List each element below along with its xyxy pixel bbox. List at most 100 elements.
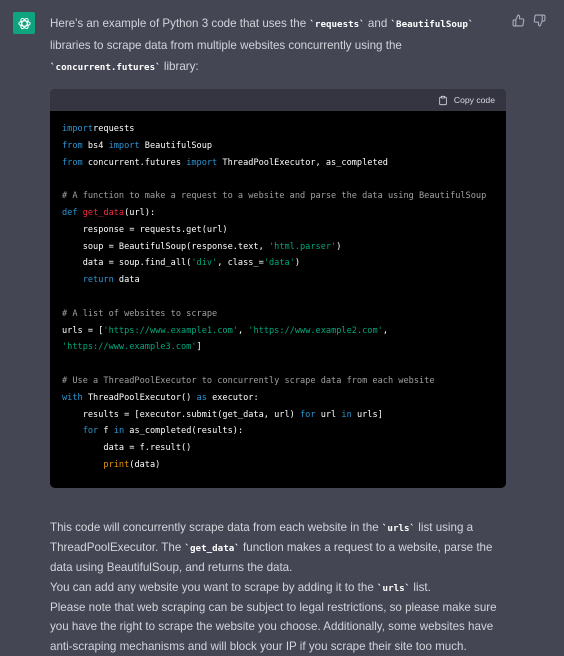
copy-code-label: Copy code bbox=[453, 95, 495, 105]
inline-code-urls: `urls` bbox=[381, 522, 416, 534]
code-line: return data bbox=[62, 272, 494, 289]
code-line: # A list of websites to scrape bbox=[62, 306, 494, 323]
code-line: print(data) bbox=[62, 457, 494, 474]
outro-text-segment: list. bbox=[410, 580, 431, 594]
code-line: def get_data(url): bbox=[62, 205, 494, 222]
code-token: for bbox=[82, 426, 99, 437]
inline-code-concurrent-futures: `concurrent.futures` bbox=[50, 62, 161, 73]
code-token: urls = [ bbox=[62, 325, 104, 336]
copy-code-button[interactable]: Copy code bbox=[438, 95, 495, 106]
intro-text: libraries to scrape data from multiple w… bbox=[50, 39, 402, 52]
code-line: data = f.result() bbox=[62, 440, 494, 457]
inline-code-get-data: `get_data` bbox=[184, 543, 240, 555]
code-token: concurrent.futures bbox=[82, 157, 187, 168]
code-line: 'https://www.example3.com'] bbox=[62, 339, 494, 356]
code-token: as bbox=[196, 392, 207, 403]
code-token: ThreadPoolExecutor, as_completed bbox=[217, 157, 388, 168]
code-line: with ThreadPoolExecutor() as executor: bbox=[62, 390, 494, 407]
code-token: bs4 bbox=[82, 140, 109, 151]
code-token: ) bbox=[294, 258, 301, 269]
code-token: ) bbox=[336, 241, 342, 252]
code-line: data = soup.find_all('div', class_='data… bbox=[62, 255, 494, 272]
code-token: from bbox=[62, 140, 83, 151]
code-token: def bbox=[62, 207, 78, 218]
inline-code-beautifulsoup: `BeautifulSoup` bbox=[390, 19, 474, 30]
outro-paragraph: This code will concurrently scrape data … bbox=[50, 518, 510, 578]
code-token: (url): bbox=[124, 207, 156, 218]
code-token: data bbox=[113, 275, 140, 286]
code-token: ThreadPoolExecutor() bbox=[82, 392, 197, 403]
code-line: response = requests.get(url) bbox=[62, 222, 494, 239]
code-token: import bbox=[62, 124, 94, 134]
code-line: from concurrent.futures import ThreadPoo… bbox=[62, 155, 494, 172]
code-token: in bbox=[113, 426, 125, 437]
thumbs-up-button[interactable] bbox=[512, 14, 525, 27]
code-token: in bbox=[341, 409, 352, 420]
thumbs-up-icon bbox=[512, 14, 525, 27]
code-token: import bbox=[186, 157, 218, 168]
inline-code-requests: `requests` bbox=[309, 19, 365, 30]
outro-text-segment: You can add any website you want to scra… bbox=[50, 580, 377, 594]
code-token: 'https://www.example3.com' bbox=[62, 342, 197, 353]
feedback-buttons bbox=[512, 14, 546, 27]
code-token: f bbox=[98, 426, 114, 437]
intro-text: and bbox=[364, 17, 391, 30]
assistant-avatar bbox=[13, 12, 35, 34]
inline-code-urls: `urls` bbox=[377, 582, 411, 594]
clipboard-icon bbox=[439, 95, 447, 105]
code-line: importrequests bbox=[62, 121, 494, 138]
code-token: # Use a ThreadPoolExecutor to concurrent… bbox=[62, 375, 435, 386]
code-token: BeautifulSoup bbox=[139, 140, 213, 151]
intro-text: Here's an example of Python 3 code that … bbox=[50, 17, 310, 30]
code-token: ] bbox=[196, 342, 202, 353]
code-token: 'https://www.example1.com' bbox=[103, 325, 238, 336]
code-token: as_completed(results): bbox=[124, 426, 244, 437]
openai-logo-icon bbox=[17, 17, 31, 29]
code-token: return bbox=[82, 275, 114, 286]
code-token: requests bbox=[93, 124, 135, 134]
outro-text-segment: This code will concurrently scrape data … bbox=[50, 520, 382, 534]
code-token: , bbox=[237, 325, 249, 336]
code-token: 'html.parser' bbox=[268, 241, 337, 252]
code-token: import bbox=[108, 140, 140, 151]
code-token: , class_= bbox=[217, 258, 264, 269]
thumbs-down-icon bbox=[533, 14, 546, 27]
code-block: Copy code importrequests from bs4 import … bbox=[50, 89, 506, 488]
thumbs-down-button[interactable] bbox=[533, 14, 546, 27]
outro-paragraph: You can add any website you want to scra… bbox=[50, 578, 510, 598]
code-token: from bbox=[62, 157, 83, 168]
outro-text: This code will concurrently scrape data … bbox=[50, 518, 510, 656]
code-line: urls = ['https://www.example1.com', 'htt… bbox=[62, 323, 494, 340]
code-line: # Use a ThreadPoolExecutor to concurrent… bbox=[62, 373, 494, 390]
assistant-message: Here's an example of Python 3 code that … bbox=[50, 13, 510, 656]
intro-paragraph: Here's an example of Python 3 code that … bbox=[50, 13, 510, 78]
code-token: 'https://www.example2.com' bbox=[248, 325, 383, 336]
code-token: 'div' bbox=[191, 258, 218, 269]
code-token: executor: bbox=[206, 392, 259, 403]
code-token: , bbox=[382, 325, 389, 336]
outro-paragraph: Please note that web scraping can be sub… bbox=[50, 600, 497, 653]
code-token: data = f.result() bbox=[62, 443, 192, 454]
code-content: importrequests from bs4 import BeautifulS… bbox=[50, 111, 506, 488]
code-token: # A function to make a request to a webs… bbox=[62, 191, 487, 202]
code-token: (data) bbox=[129, 459, 161, 470]
code-line: # A function to make a request to a webs… bbox=[62, 188, 494, 205]
code-line: from bs4 import BeautifulSoup bbox=[62, 138, 494, 155]
code-token: print bbox=[103, 459, 130, 470]
code-line: results = [executor.submit(get_data, url… bbox=[62, 407, 494, 424]
code-line: soup = BeautifulSoup(response.text, 'htm… bbox=[62, 239, 494, 256]
code-token: # A list of websites to scrape bbox=[62, 308, 218, 319]
code-token: 'data' bbox=[263, 258, 295, 269]
intro-text: library: bbox=[160, 60, 199, 73]
code-token: data = soup.find_all( bbox=[62, 258, 192, 269]
code-token: url bbox=[315, 409, 342, 420]
code-token: with bbox=[62, 392, 83, 403]
code-token: urls] bbox=[351, 409, 383, 420]
code-line: for f in as_completed(results): bbox=[62, 423, 494, 440]
code-block-header: Copy code bbox=[50, 89, 506, 111]
